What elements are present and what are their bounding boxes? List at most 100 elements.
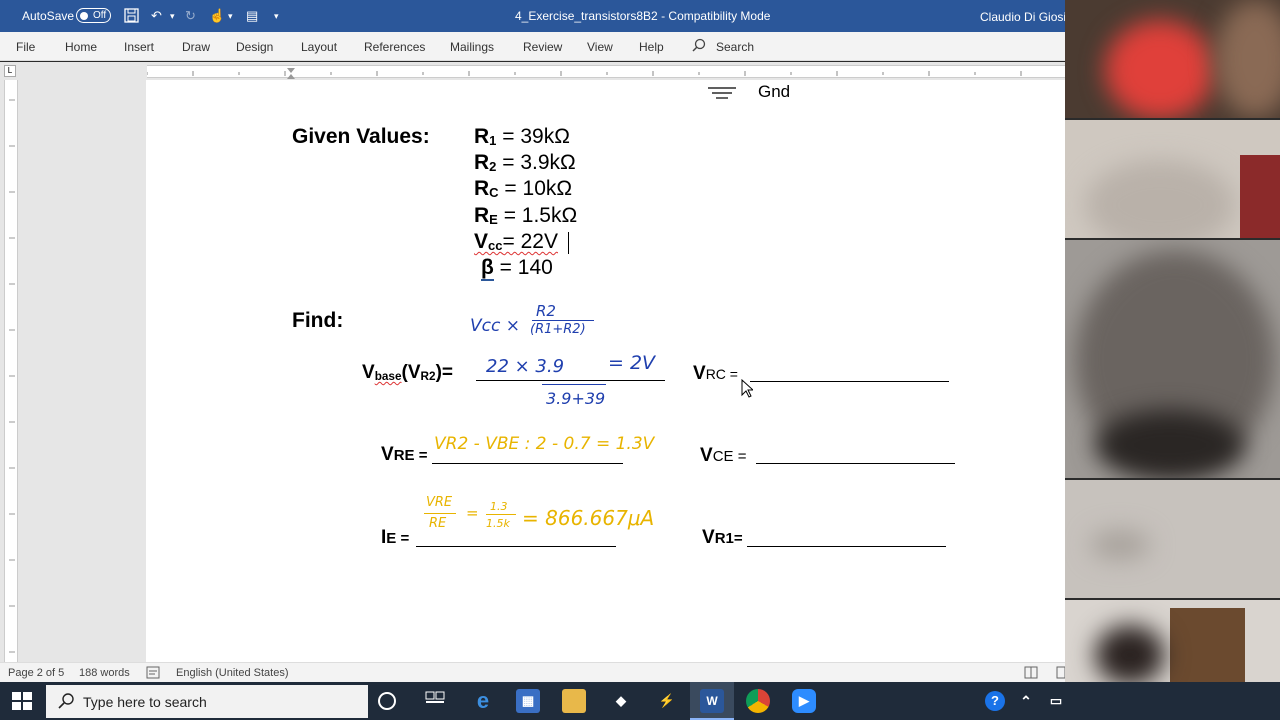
tab-review[interactable]: Review: [523, 40, 562, 54]
given-r2-value: = 3.9kΩ: [496, 151, 576, 174]
taskbar-search-placeholder: Type here to search: [83, 694, 207, 710]
video-background-2: [1240, 155, 1280, 238]
handwritten-ie-den2: 1.5k: [486, 517, 510, 530]
video-background-1: [1215, 0, 1280, 118]
given-r2-symbol: R: [474, 151, 490, 174]
ribbon-tabs: File Home Insert Draw Design Layout Refe…: [0, 32, 1065, 61]
tab-mailings[interactable]: Mailings: [450, 40, 494, 54]
video-participant-5: [1095, 625, 1165, 682]
proofing-icon[interactable]: [146, 666, 160, 682]
tab-design[interactable]: Design: [236, 40, 273, 54]
toggle-knob: [80, 12, 88, 20]
vce-sub: CE: [712, 448, 734, 465]
given-rc-value: = 10kΩ: [498, 177, 573, 200]
given-r2-sub: 2: [489, 159, 497, 174]
vbase-rest: (V: [401, 362, 421, 383]
given-vcc-sub: cc: [488, 238, 503, 253]
ground-symbol: [708, 87, 736, 99]
vce-label: VCE =: [700, 445, 746, 467]
tab-home[interactable]: Home: [65, 40, 97, 54]
tab-references[interactable]: References: [364, 40, 425, 54]
page-count[interactable]: Page 2 of 5: [8, 667, 64, 679]
chrome-icon[interactable]: [746, 689, 770, 713]
vce-answer-line: [756, 463, 955, 464]
network-icon[interactable]: ▭: [1044, 689, 1068, 713]
autosave-toggle[interactable]: Off: [76, 8, 111, 23]
save-icon[interactable]: [124, 8, 139, 26]
tab-insert[interactable]: Insert: [124, 40, 154, 54]
given-vcc: Vcc= 22V: [474, 230, 558, 254]
tab-help[interactable]: Help: [639, 40, 664, 54]
help-icon[interactable]: ?: [985, 691, 1005, 711]
mouse-cursor-icon: [741, 379, 753, 398]
edge-icon[interactable]: e: [471, 689, 495, 713]
print-layout-icon[interactable]: [1056, 666, 1066, 682]
handwritten-ie-eq: =: [466, 504, 479, 522]
document-title: 4_Exercise_transistors8B2 - Compatibilit…: [515, 9, 771, 23]
given-vcc-symbol: V: [474, 230, 489, 253]
tab-selector[interactable]: L: [4, 65, 16, 77]
tab-file[interactable]: File: [16, 40, 35, 54]
redo-icon: ↻: [185, 8, 196, 23]
tab-view[interactable]: View: [587, 40, 613, 54]
status-bar: Page 2 of 5 188 words English (United St…: [0, 662, 1066, 682]
system-tray-chevron-icon[interactable]: ⌃: [1014, 689, 1038, 713]
ie-answer-line: [416, 546, 616, 547]
text-cursor: [568, 232, 569, 254]
vrc-symbol: V: [693, 363, 706, 384]
vrc-end: =: [725, 366, 738, 382]
tell-me-search[interactable]: Search: [716, 40, 754, 54]
given-rc-sub: C: [489, 185, 499, 200]
video-participant-3-shirt: [1095, 410, 1245, 478]
autosave-state: Off: [93, 10, 107, 21]
taskbar-search-box[interactable]: Type here to search: [46, 685, 368, 718]
vertical-ruler[interactable]: [0, 80, 22, 662]
video-tile-2[interactable]: [1065, 120, 1280, 238]
vr1-symbol: V: [702, 527, 715, 548]
cortana-icon[interactable]: [378, 692, 396, 710]
title-bar: AutoSave Off ↶ ▾ ↻ ☝ ▾ ▤ ▾ 4_Exercise_tr…: [0, 0, 1073, 32]
handwritten-calc-denominator: 3.9+39: [546, 389, 606, 408]
vr1-sub: R1: [714, 530, 734, 547]
horizontal-ruler[interactable]: L: [0, 62, 1065, 80]
given-beta-symbol: β: [481, 256, 494, 281]
touch-dropdown-icon[interactable]: ▾: [228, 11, 233, 22]
read-mode-icon[interactable]: [1024, 666, 1038, 682]
word-count[interactable]: 188 words: [79, 667, 130, 679]
language-indicator[interactable]: English (United States): [176, 667, 289, 679]
store-icon[interactable]: ▦: [516, 689, 540, 713]
vre-symbol: V: [381, 444, 394, 465]
video-tile-5[interactable]: [1065, 600, 1280, 682]
video-tile-1[interactable]: [1065, 0, 1280, 118]
vrc-answer-line: [750, 381, 949, 382]
vrc-label: VRC =: [693, 363, 738, 385]
vr1-label: VR1=: [702, 527, 743, 549]
given-beta: β = 140: [481, 256, 553, 281]
video-tile-3[interactable]: [1065, 240, 1280, 478]
gnd-label: Gnd: [758, 82, 791, 101]
task-view-icon[interactable]: [423, 689, 447, 713]
video-tile-4[interactable]: [1065, 480, 1280, 598]
dropbox-icon[interactable]: ◆: [609, 689, 633, 713]
zoom-icon[interactable]: ▶: [792, 689, 816, 713]
windows-taskbar: Type here to search e ▦ ◆ ⚡ W ▶ ? ⌃ ▭: [0, 682, 1280, 720]
customize-toolbar-icon[interactable]: ▾: [274, 11, 279, 22]
user-name[interactable]: Claudio Di Giosia: [980, 10, 1073, 24]
document-page[interactable]: Gnd Given Values: R1 = 39kΩ R2 = 3.9kΩ R…: [146, 80, 1065, 662]
tab-layout[interactable]: Layout: [301, 40, 337, 54]
handwritten-ie-den: RE: [429, 516, 447, 531]
handwritten-calc-bar: [542, 384, 606, 385]
undo-dropdown-icon[interactable]: ▾: [170, 11, 175, 22]
print-preview-icon[interactable]: ▤: [246, 8, 258, 24]
vce-symbol: V: [700, 445, 713, 466]
app-icon[interactable]: ⚡: [655, 689, 679, 713]
document-area[interactable]: Gnd Given Values: R1 = 39kΩ R2 = 3.9kΩ R…: [22, 80, 1065, 662]
word-icon[interactable]: W: [700, 689, 724, 713]
touch-mode-icon[interactable]: ☝: [209, 8, 225, 24]
undo-icon[interactable]: ↶: [151, 8, 162, 24]
search-icon[interactable]: [692, 38, 706, 52]
windows-start-icon[interactable]: [12, 692, 32, 710]
tab-draw[interactable]: Draw: [182, 40, 210, 54]
handwritten-ie-num: VRE: [426, 495, 453, 510]
file-explorer-icon[interactable]: [562, 689, 586, 713]
